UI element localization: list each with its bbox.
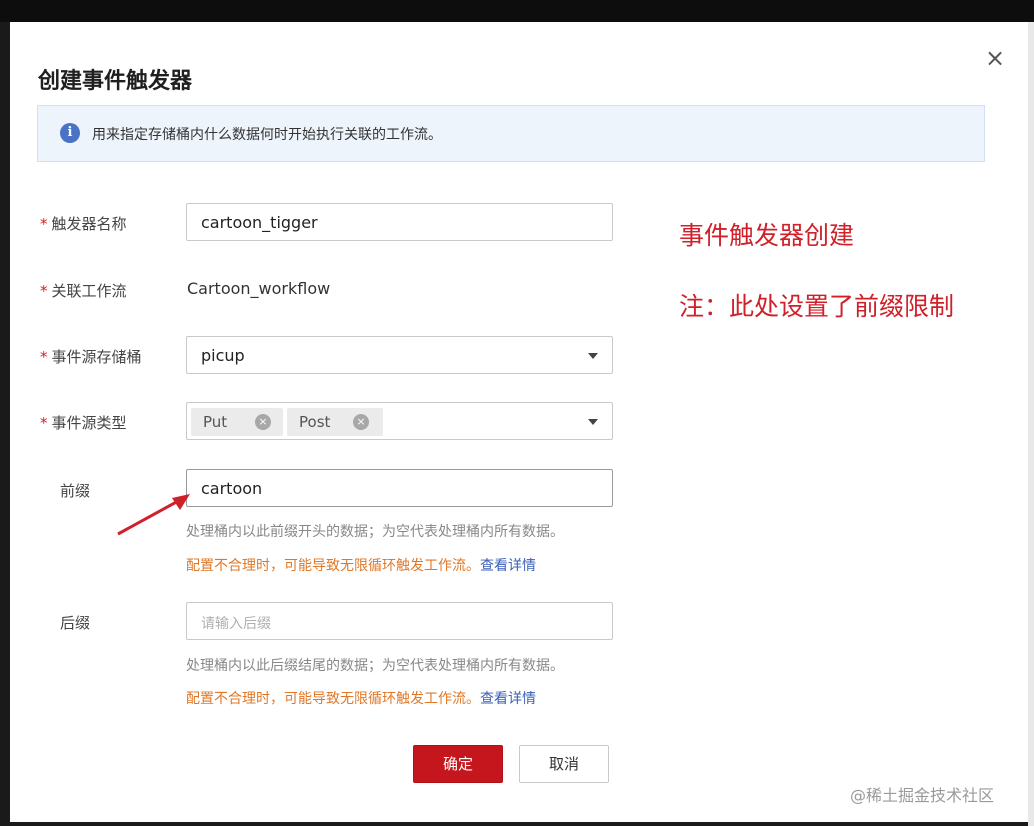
tag-close-icon[interactable]: × xyxy=(353,414,369,430)
suffix-warning: 配置不合理时，可能导致无限循环触发工作流。查看详情 xyxy=(186,688,536,708)
suffix-label: 后缀 xyxy=(60,614,91,632)
suffix-warning-text: 配置不合理时，可能导致无限循环触发工作流。 xyxy=(186,691,480,707)
chevron-down-icon xyxy=(588,419,598,425)
prefix-warning-text: 配置不合理时，可能导致无限循环触发工作流。 xyxy=(186,558,480,574)
annotation-note: 注：此处设置了前缀限制 xyxy=(679,292,955,321)
required-mark: * xyxy=(40,282,48,300)
video-title-banner xyxy=(0,0,1034,22)
prefix-value: cartoon xyxy=(201,479,263,498)
bucket-value: picup xyxy=(201,346,245,365)
annotation-title: 事件触发器创建 xyxy=(679,221,855,250)
trigger-name-input[interactable]: cartoon_tigger xyxy=(186,203,613,241)
trigger-name-label-text: 触发器名称 xyxy=(51,215,127,233)
suffix-hint: 处理桶内以此后缀结尾的数据；为空代表处理桶内所有数据。 xyxy=(186,658,564,674)
prefix-details-link[interactable]: 查看详情 xyxy=(480,558,536,574)
tag-put: Put × xyxy=(191,408,283,436)
event-type-multiselect[interactable]: Put × Post × xyxy=(186,402,613,440)
info-icon: i xyxy=(60,123,80,143)
event-type-label: * 事件源类型 xyxy=(40,412,127,433)
trigger-name-value: cartoon_tigger xyxy=(201,213,318,232)
watermark: @稀土掘金技术社区 xyxy=(850,786,995,805)
tag-label: Put xyxy=(203,413,228,431)
prefix-hint: 处理桶内以此前缀开头的数据；为空代表处理桶内所有数据。 xyxy=(186,524,564,540)
prefix-label: 前缀 xyxy=(60,482,91,500)
workflow-label-text: 关联工作流 xyxy=(51,282,127,300)
cancel-button[interactable]: 取消 xyxy=(519,745,609,783)
trigger-name-label: * 触发器名称 xyxy=(40,213,127,234)
info-text: 用来指定存储桶内什么数据何时开始执行关联的工作流。 xyxy=(92,127,442,143)
suffix-placeholder: 请输入后缀 xyxy=(201,616,271,632)
tag-close-icon[interactable]: × xyxy=(255,414,271,430)
bucket-select[interactable]: picup xyxy=(186,336,613,374)
confirm-button[interactable]: 确定 xyxy=(413,745,503,783)
bucket-label: * 事件源存储桶 xyxy=(40,346,142,367)
event-type-label-text: 事件源类型 xyxy=(51,414,127,432)
prefix-input[interactable]: cartoon xyxy=(186,469,613,507)
required-mark: * xyxy=(40,348,48,366)
info-banner: i 用来指定存储桶内什么数据何时开始执行关联的工作流。 xyxy=(37,105,985,162)
tag-post: Post × xyxy=(287,408,383,436)
red-arrow-icon xyxy=(117,494,190,536)
dialog-title: 创建事件触发器 xyxy=(38,69,193,94)
suffix-input[interactable]: 请输入后缀 xyxy=(186,602,613,640)
tag-label: Post xyxy=(299,413,331,431)
close-icon[interactable]: × xyxy=(978,46,1012,70)
required-mark: * xyxy=(40,215,48,233)
suffix-details-link[interactable]: 查看详情 xyxy=(480,691,536,707)
background-strip xyxy=(1028,22,1034,826)
bucket-label-text: 事件源存储桶 xyxy=(51,348,142,366)
workflow-label: * 关联工作流 xyxy=(40,280,127,301)
workflow-value: Cartoon_workflow xyxy=(187,279,331,298)
required-mark: * xyxy=(40,414,48,432)
prefix-warning: 配置不合理时，可能导致无限循环触发工作流。查看详情 xyxy=(186,555,536,575)
chevron-down-icon xyxy=(588,353,598,359)
